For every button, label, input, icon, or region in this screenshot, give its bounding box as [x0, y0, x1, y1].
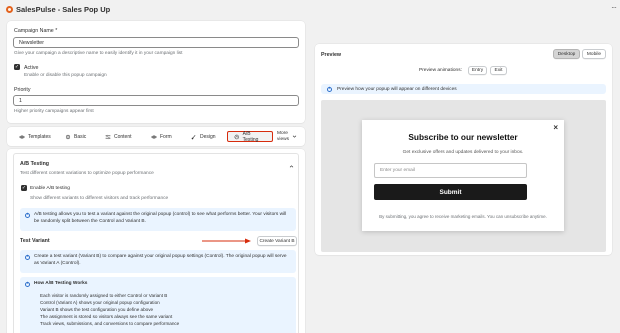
info-icon: i [25, 281, 30, 287]
preview-title: Preview [321, 52, 342, 58]
sliders-icon [105, 134, 111, 139]
tab-basic-label: Basic [74, 133, 87, 140]
campaign-name-label: Campaign Name * [14, 28, 58, 34]
how-item: Each visitor is randomly assigned to eit… [40, 292, 168, 298]
more-views-label-2: views [277, 136, 289, 142]
tab-form-label: Form [160, 133, 172, 140]
tab-design-label: Design [200, 133, 216, 140]
priority-help: Higher priority campaigns appear first [14, 109, 94, 114]
more-views-label-1: More [277, 131, 288, 136]
campaign-settings-card: Campaign Name * Newsletter Give your cam… [7, 21, 305, 123]
popup-submit-button[interactable]: Submit [374, 184, 527, 200]
variant-info-text: Create a test variant (Variant B) to com… [34, 254, 287, 266]
top-bar: SalesPulse - Sales Pop Up ··· [0, 0, 620, 18]
enable-ab-help: Show different variants to different vis… [30, 196, 169, 201]
tab-design[interactable]: Design [185, 131, 227, 142]
variant-info-box: i Create a test variant (Variant B) to c… [20, 250, 296, 273]
ab-info-text: A/B testing allows you to test a variant… [34, 212, 287, 224]
priority-label: Priority [14, 87, 31, 93]
info-icon: i [25, 254, 30, 260]
ab-test-icon [234, 134, 239, 139]
tab-ab-testing-label: A/B Testing [242, 130, 259, 143]
tab-ab-testing[interactable]: A/B Testing [227, 130, 273, 143]
more-views-button[interactable]: More views [277, 131, 297, 143]
desktop-toggle[interactable]: Desktop [553, 49, 580, 59]
preview-card: Preview Desktop Mobile Preview animation… [315, 44, 612, 255]
tab-content[interactable]: Content [99, 131, 145, 142]
chevron-down-icon [292, 135, 297, 138]
ab-section-inner: A/B Testing Test different content varia… [13, 153, 299, 333]
how-it-works-box: i How A/B Testing Works Each visitor is … [20, 277, 296, 333]
form-icon [151, 135, 157, 139]
mobile-toggle[interactable]: Mobile [582, 49, 606, 59]
ab-subtitle: Test different content variations to opt… [20, 171, 154, 176]
test-variant-title: Test Variant [20, 238, 50, 244]
tab-form[interactable]: Form [145, 131, 185, 142]
salespulse-logo-icon [6, 5, 13, 13]
popup-email-input[interactable]: Enter your email [374, 163, 527, 178]
how-item: Control (Variant A) shows your original … [40, 299, 160, 305]
tab-templates[interactable]: Templates [13, 131, 59, 142]
kebab-icon[interactable]: ··· [611, 3, 617, 12]
tab-templates-label: Templates [28, 133, 51, 140]
preview-info-text: Preview how your popup will appear on di… [337, 86, 457, 92]
eye-icon [19, 135, 25, 139]
how-title: How A/B Testing Works [34, 281, 88, 286]
enable-ab-checkbox[interactable]: ✓ [21, 185, 27, 191]
active-help: Enable or disable this popup campaign [24, 73, 107, 78]
how-item: Track views, submissions, and conversion… [40, 320, 180, 326]
info-icon: i [25, 212, 30, 218]
gear-icon [65, 134, 71, 139]
exit-button[interactable]: Exit [490, 66, 507, 75]
popup-subtext: Get exclusive offers and updates deliver… [402, 150, 524, 155]
active-checkbox[interactable]: ✓ [14, 64, 20, 70]
popup-preview: × Subscribe to our newsletter Get exclus… [362, 120, 564, 231]
how-item: Variant B shows the test configuration y… [40, 306, 154, 312]
chevron-up-icon[interactable] [289, 164, 294, 169]
campaign-name-input[interactable]: Newsletter [13, 37, 299, 48]
ab-info-box: i A/B testing allows you to test a varia… [20, 208, 296, 231]
popup-footer: By submitting, you agree to receive mark… [379, 214, 547, 219]
campaign-name-help: Give your campaign a descriptive name to… [14, 51, 183, 56]
annotation-arrow [202, 238, 251, 244]
entry-button[interactable]: Entry [468, 66, 487, 75]
priority-input[interactable]: 1 [13, 95, 299, 106]
how-item: The assignment is stored so visitors alw… [40, 313, 173, 319]
tab-bar: Templates Basic Content Form Design A/B … [7, 127, 305, 146]
info-icon: i [327, 86, 332, 92]
active-label: Active [24, 65, 39, 71]
popup-close-icon[interactable]: × [553, 123, 558, 132]
popup-heading: Subscribe to our newsletter [408, 132, 518, 142]
create-variant-b-button[interactable]: Create Variant B [257, 236, 297, 246]
ab-testing-card: A/B Testing Test different content varia… [7, 149, 305, 333]
preview-info-box: i Preview how your popup will appear on … [321, 84, 606, 94]
tab-content-label: Content [114, 133, 132, 140]
enable-ab-label: Enable A/B testing [30, 186, 70, 191]
app-title: SalesPulse - Sales Pop Up [16, 4, 111, 14]
ab-title: A/B Testing [20, 161, 50, 167]
brush-icon [191, 134, 196, 140]
tab-basic[interactable]: Basic [59, 131, 99, 142]
animations-label: Preview animations: [419, 68, 462, 73]
